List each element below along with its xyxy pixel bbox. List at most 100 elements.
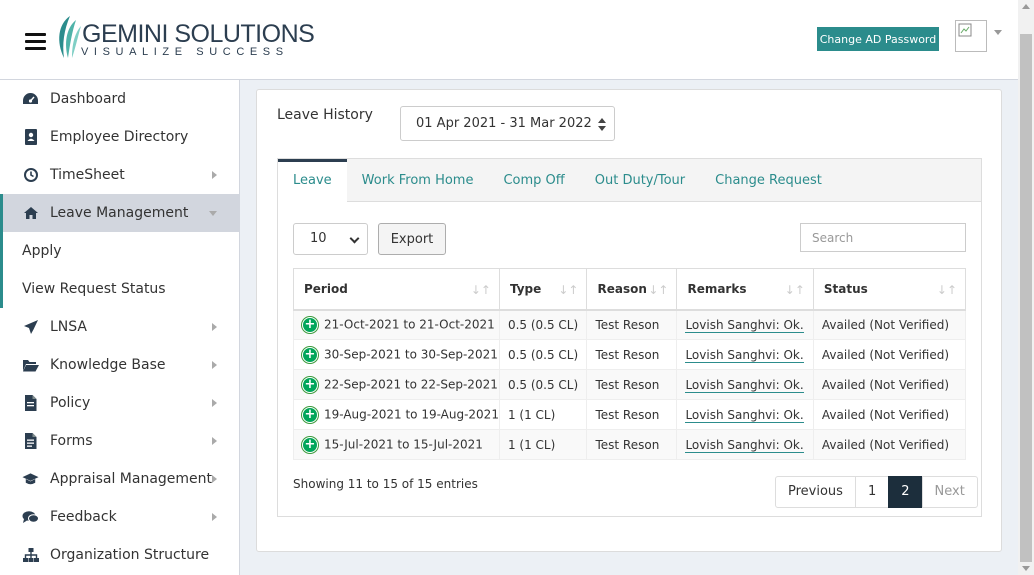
page-length-value: 10	[310, 231, 327, 246]
type-cell: 1 (1 CL)	[498, 399, 588, 430]
sidebar-item-label: Feedback	[50, 509, 117, 525]
expand-row-plus-icon[interactable]: +	[302, 346, 318, 363]
period-cell: +15-Jul-2021 to 15-Jul-2021	[293, 429, 500, 460]
tab-bar: Leave Work From Home Comp Off Out Duty/T…	[278, 159, 981, 203]
period-text: 19-Aug-2021 to 19-Aug-2021	[324, 407, 499, 421]
user-menu-caret-icon[interactable]	[994, 30, 1002, 35]
sidebar-subitem-apply[interactable]: Apply	[0, 232, 239, 270]
user-avatar[interactable]	[955, 20, 987, 52]
sort-icon: ↓↑	[784, 283, 805, 297]
export-button[interactable]: Export	[378, 223, 446, 255]
change-ad-password-button[interactable]: Change AD Password	[817, 27, 939, 51]
tab-work-from-home[interactable]: Work From Home	[347, 159, 489, 201]
scrollbar-thumb[interactable]	[1020, 34, 1032, 562]
status-cell: Availed (Not Verified)	[812, 399, 967, 430]
sort-icon: ↓↑	[470, 283, 491, 297]
column-header-label: Reason	[597, 281, 647, 296]
chevron-right-icon	[212, 361, 217, 369]
table-row: +21-Oct-2021 to 21-Oct-2021 0.5 (0.5 CL)…	[293, 309, 967, 340]
pagination: Previous 1 2 Next	[775, 476, 978, 508]
remarks-link[interactable]: Lovish Sanghvi: Ok.	[685, 407, 804, 423]
sidebar-item-label: Employee Directory	[50, 129, 189, 145]
sidebar-item-timesheet[interactable]: TimeSheet	[0, 156, 239, 194]
tab-out-duty-tour[interactable]: Out Duty/Tour	[580, 159, 700, 201]
remarks-link[interactable]: Lovish Sanghvi: Ok.	[685, 347, 804, 363]
chevron-down-icon	[209, 211, 217, 216]
sidebar-subitem-label: Apply	[22, 243, 62, 259]
hamburger-menu-icon[interactable]	[25, 33, 46, 50]
sidebar-item-organization-structure[interactable]: Organization Structure	[0, 536, 239, 574]
sidebar-item-knowledge-base[interactable]: Knowledge Base	[0, 346, 239, 384]
leave-table: Period ↓↑ Type ↓↑ Reason ↓↑ Remarks ↓↑ Statu…	[293, 268, 967, 460]
sidebar-item-dashboard[interactable]: Dashboard	[0, 80, 239, 118]
column-header-type[interactable]: Type ↓↑	[498, 268, 588, 311]
period-text: 22-Sep-2021 to 22-Sep-2021	[324, 377, 498, 391]
reason-cell: Test Reson	[586, 399, 678, 430]
comments-icon	[22, 509, 39, 526]
remarks-cell: Lovish Sanghvi: Ok.	[676, 429, 814, 460]
column-header-period[interactable]: Period ↓↑	[293, 268, 500, 311]
sidebar-item-policy[interactable]: Policy	[0, 384, 239, 422]
remarks-cell: Lovish Sanghvi: Ok.	[676, 339, 814, 370]
tab-change-request[interactable]: Change Request	[700, 159, 837, 201]
column-header-remarks[interactable]: Remarks ↓↑	[676, 268, 814, 311]
chevron-down-icon	[349, 233, 360, 244]
scroll-up-arrow-icon[interactable]	[1022, 4, 1030, 9]
column-header-label: Period	[304, 281, 348, 296]
chevron-right-icon	[212, 475, 217, 483]
remarks-cell: Lovish Sanghvi: Ok.	[676, 369, 814, 400]
search-input[interactable]	[800, 223, 966, 252]
table-row: +15-Jul-2021 to 15-Jul-2021 1 (1 CL) Tes…	[293, 429, 967, 460]
expand-row-plus-icon[interactable]: +	[302, 316, 318, 333]
sidebar-item-label: TimeSheet	[50, 167, 125, 183]
reason-cell: Test Reson	[586, 339, 678, 370]
select-updown-icon	[598, 118, 606, 131]
financial-year-value: 01 Apr 2021 - 31 Mar 2022	[416, 116, 592, 131]
pagination-page-2[interactable]: 2	[888, 476, 923, 508]
sidebar-item-label: LNSA	[50, 319, 87, 335]
remarks-link[interactable]: Lovish Sanghvi: Ok.	[685, 437, 804, 453]
remarks-cell: Lovish Sanghvi: Ok.	[676, 309, 814, 340]
status-cell: Availed (Not Verified)	[812, 429, 967, 460]
folder-open-icon	[22, 357, 39, 374]
pagination-page-1[interactable]: 1	[854, 476, 890, 508]
column-header-status[interactable]: Status ↓↑	[812, 268, 967, 311]
sort-icon: ↓↑	[936, 283, 957, 297]
type-cell: 0.5 (0.5 CL)	[498, 369, 588, 400]
sort-icon: ↓↑	[558, 283, 579, 297]
expand-row-plus-icon[interactable]: +	[302, 436, 318, 453]
sidebar-item-leave-management[interactable]: Leave Management	[0, 194, 239, 232]
sidebar-item-forms[interactable]: Forms	[0, 422, 239, 460]
gemini-logo[interactable]: GEMINI SOLUTIONS VISUALIZE SUCCESS	[54, 14, 315, 62]
home-icon	[22, 205, 39, 222]
pagination-previous[interactable]: Previous	[775, 476, 856, 508]
scroll-down-arrow-icon[interactable]	[1022, 566, 1030, 571]
chevron-right-icon	[212, 399, 217, 407]
remarks-link[interactable]: Lovish Sanghvi: Ok.	[685, 377, 804, 393]
pagination-next[interactable]: Next	[921, 476, 978, 508]
status-cell: Availed (Not Verified)	[812, 309, 967, 340]
expand-row-plus-icon[interactable]: +	[302, 406, 318, 423]
leaf-logo-icon	[59, 16, 81, 58]
sidebar-item-feedback[interactable]: Feedback	[0, 498, 239, 536]
tab-leave[interactable]: Leave	[278, 159, 347, 203]
type-cell: 0.5 (0.5 CL)	[498, 339, 588, 370]
sort-icon: ↓↑	[648, 283, 669, 297]
page-length-select[interactable]: 10	[293, 223, 368, 255]
tab-comp-off[interactable]: Comp Off	[488, 159, 579, 201]
sidebar-item-lnsa[interactable]: LNSA	[0, 308, 239, 346]
sidebar-item-appraisal-management[interactable]: Appraisal Management	[0, 460, 239, 498]
column-header-reason[interactable]: Reason ↓↑	[586, 268, 678, 311]
sidebar-subitem-view-request-status[interactable]: View Request Status	[0, 270, 239, 308]
financial-year-select[interactable]: 01 Apr 2021 - 31 Mar 2022	[400, 106, 615, 141]
leave-tabs-panel: Leave Work From Home Comp Off Out Duty/T…	[277, 158, 982, 517]
table-row: +30-Sep-2021 to 30-Sep-2021 0.5 (0.5 CL)…	[293, 339, 967, 370]
status-cell: Availed (Not Verified)	[812, 369, 967, 400]
reason-cell: Test Reson	[586, 429, 678, 460]
sidebar-item-employee-directory[interactable]: Employee Directory	[0, 118, 239, 156]
expand-row-plus-icon[interactable]: +	[302, 376, 318, 393]
remarks-link[interactable]: Lovish Sanghvi: Ok.	[685, 317, 804, 333]
sitemap-icon	[22, 547, 39, 564]
chevron-right-icon	[212, 513, 217, 521]
status-cell: Availed (Not Verified)	[812, 339, 967, 370]
